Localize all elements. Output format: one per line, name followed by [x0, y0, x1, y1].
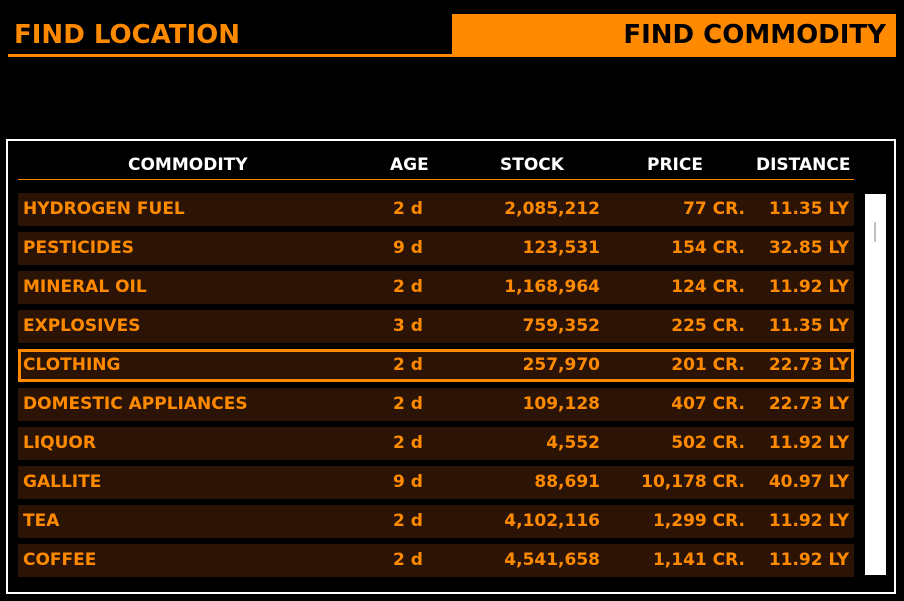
row-age: 9 d	[393, 238, 423, 258]
row-distance: 11.92 LY	[768, 433, 849, 453]
row-price: 502 CR.	[671, 433, 745, 453]
table-row[interactable]: PESTICIDES 9 d 123,531 154 CR. 32.85 LY	[18, 232, 854, 265]
row-age: 2 d	[393, 199, 423, 219]
header-price[interactable]: PRICE	[647, 153, 703, 177]
row-age: 2 d	[393, 394, 423, 414]
row-distance: 11.35 LY	[768, 316, 849, 336]
row-distance: 11.92 LY	[768, 511, 849, 531]
table-row[interactable]: DOMESTIC APPLIANCES 2 d 109,128 407 CR. …	[18, 388, 854, 421]
row-price: 407 CR.	[671, 394, 745, 414]
row-stock: 257,970	[522, 355, 600, 375]
header-stock[interactable]: STOCK	[500, 153, 564, 177]
row-distance: 22.73 LY	[768, 355, 849, 375]
row-price: 1,141 CR.	[652, 550, 745, 570]
row-distance: 11.92 LY	[768, 277, 849, 297]
row-commodity: MINERAL OIL	[23, 277, 147, 297]
table-row[interactable]: HYDROGEN FUEL 2 d 2,085,212 77 CR. 11.35…	[18, 193, 854, 226]
row-price: 201 CR.	[671, 355, 745, 375]
row-price: 124 CR.	[671, 277, 745, 297]
row-commodity: PESTICIDES	[23, 238, 135, 258]
row-price: 10,178 CR.	[641, 472, 745, 492]
tab-find-commodity[interactable]: FIND COMMODITY	[452, 14, 896, 54]
row-commodity: DOMESTIC APPLIANCES	[23, 394, 248, 414]
row-stock: 2,085,212	[504, 199, 600, 219]
row-distance: 22.73 LY	[768, 394, 849, 414]
row-stock: 4,552	[546, 433, 600, 453]
row-stock: 4,541,658	[504, 550, 600, 570]
row-age: 3 d	[393, 316, 423, 336]
row-stock: 109,128	[522, 394, 600, 414]
row-stock: 759,352	[522, 316, 600, 336]
tab-find-location[interactable]: FIND LOCATION	[8, 14, 448, 54]
row-price: 77 CR.	[683, 199, 745, 219]
row-stock: 123,531	[522, 238, 600, 258]
row-distance: 32.85 LY	[768, 238, 849, 258]
row-distance: 40.97 LY	[768, 472, 849, 492]
row-commodity: COFFEE	[23, 550, 97, 570]
header-age[interactable]: AGE	[390, 153, 429, 177]
row-distance: 11.35 LY	[768, 199, 849, 219]
row-commodity: CLOTHING	[23, 355, 121, 375]
table-row-selected[interactable]: CLOTHING 2 d 257,970 201 CR. 22.73 LY	[18, 349, 854, 382]
row-commodity: TEA	[23, 511, 60, 531]
results-scrollbar[interactable]	[865, 194, 886, 575]
row-price: 225 CR.	[671, 316, 745, 336]
row-age: 2 d	[393, 433, 423, 453]
row-stock: 88,691	[534, 472, 600, 492]
row-commodity: GALLITE	[23, 472, 102, 492]
row-stock: 1,168,964	[504, 277, 600, 297]
header-distance[interactable]: DISTANCE	[756, 153, 850, 177]
table-row[interactable]: TEA 2 d 4,102,116 1,299 CR. 11.92 LY	[18, 505, 854, 538]
header-commodity[interactable]: COMMODITY	[128, 153, 248, 177]
table-row[interactable]: GALLITE 9 d 88,691 10,178 CR. 40.97 LY	[18, 466, 854, 499]
table-header: COMMODITY AGE STOCK PRICE DISTANCE	[18, 153, 854, 180]
row-commodity: HYDROGEN FUEL	[23, 199, 185, 219]
row-commodity: EXPLOSIVES	[23, 316, 141, 336]
row-price: 1,299 CR.	[652, 511, 745, 531]
row-age: 2 d	[393, 277, 423, 297]
tab-bar: FIND LOCATION FIND COMMODITY	[0, 0, 904, 60]
row-distance: 11.92 LY	[768, 550, 849, 570]
row-age: 2 d	[393, 355, 423, 375]
table-row[interactable]: MINERAL OIL 2 d 1,168,964 124 CR. 11.92 …	[18, 271, 854, 304]
row-age: 2 d	[393, 550, 423, 570]
table-row[interactable]: LIQUOR 2 d 4,552 502 CR. 11.92 LY	[18, 427, 854, 460]
row-stock: 4,102,116	[504, 511, 600, 531]
scrollbar-thumb[interactable]	[874, 222, 876, 242]
row-age: 2 d	[393, 511, 423, 531]
table-row[interactable]: EXPLOSIVES 3 d 759,352 225 CR. 11.35 LY	[18, 310, 854, 343]
table-row[interactable]: COFFEE 2 d 4,541,658 1,141 CR. 11.92 LY	[18, 544, 854, 577]
tab-underline	[8, 54, 896, 57]
row-commodity: LIQUOR	[23, 433, 96, 453]
row-age: 9 d	[393, 472, 423, 492]
row-price: 154 CR.	[671, 238, 745, 258]
commodity-results-panel: COMMODITY AGE STOCK PRICE DISTANCE HYDRO…	[6, 139, 896, 594]
